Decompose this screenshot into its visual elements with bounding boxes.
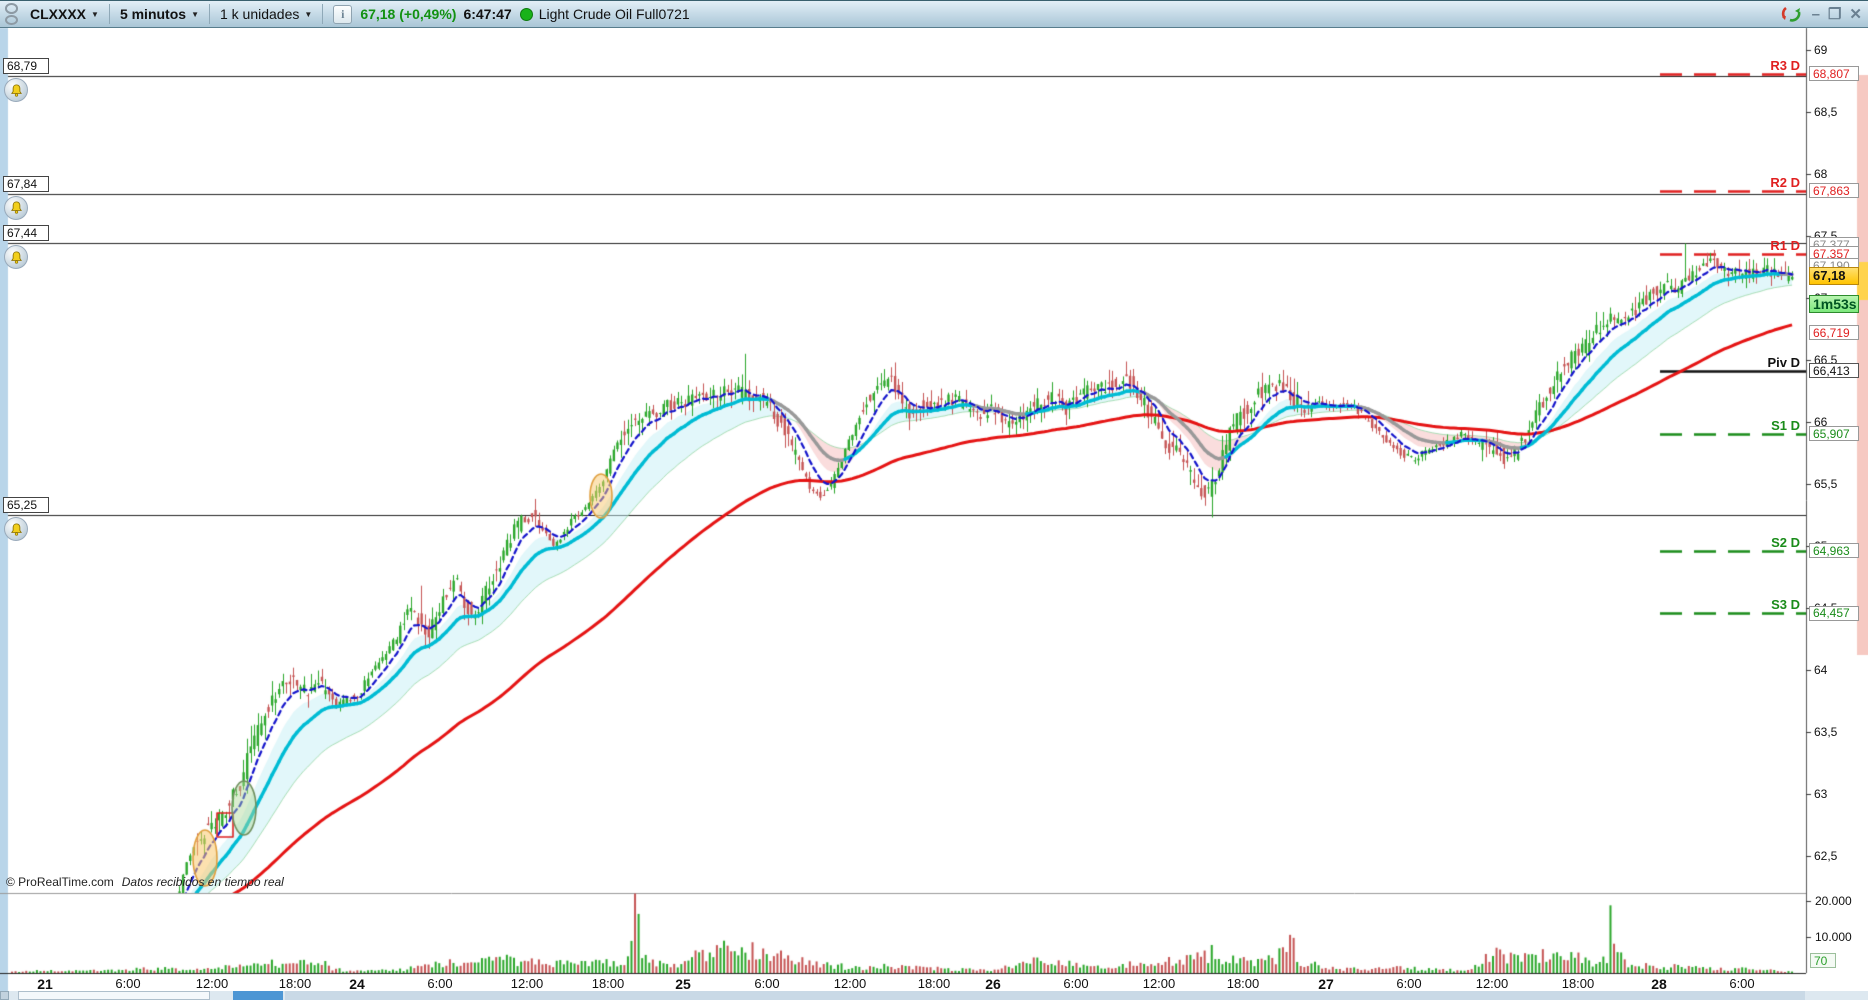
bell-icon — [10, 83, 22, 97]
last-quote: 67,18 (+0,49%) — [360, 6, 457, 22]
bell-icon — [10, 251, 22, 264]
timeframe-dropdown[interactable]: 5 minutos ▼ — [110, 1, 209, 27]
alert-bell-button[interactable] — [4, 78, 28, 103]
scrollbar-track-segment[interactable] — [18, 991, 210, 1000]
alert-bell-button[interactable] — [4, 517, 28, 541]
horizontal-scrollbar[interactable] — [0, 991, 1868, 1000]
chevron-down-icon: ▼ — [304, 9, 313, 19]
minimize-button[interactable]: – — [1812, 7, 1820, 22]
timeframe-label: 5 minutos — [119, 6, 187, 22]
scroll-left-button[interactable] — [0, 991, 9, 1000]
units-label: 1 k unidades — [219, 6, 300, 22]
scrollbar-thumb[interactable] — [233, 991, 283, 1000]
alert-bell-button[interactable] — [4, 195, 28, 220]
brand-text: © ProRealTime.com — [6, 875, 114, 889]
instrument-name: Light Crude Oil Full0721 — [538, 6, 690, 22]
bell-icon — [10, 522, 22, 536]
market-open-icon — [519, 7, 533, 21]
clock: 6:47:47 — [463, 6, 512, 22]
copyright-line: © ProRealTime.com Datos recibidos en tiem… — [6, 875, 284, 889]
prorealtime-chart-window: CLXXXX ▼ 5 minutos ▼ 1 k unidades ▼ i 67… — [0, 0, 1868, 1000]
feed-status-text: Datos recibidos en tiempo real — [121, 875, 284, 889]
close-button[interactable]: ✕ — [1849, 7, 1862, 22]
bell-icon — [10, 201, 22, 214]
refresh-sync-icon[interactable] — [1780, 4, 1804, 24]
scrollbar-track[interactable] — [285, 991, 1805, 1000]
chevron-down-icon: ▼ — [91, 9, 99, 19]
units-dropdown[interactable]: 1 k unidades ▼ — [210, 1, 322, 27]
toolbar-separator — [322, 4, 324, 24]
window-grip-icon[interactable] — [2, 3, 20, 25]
chart-toolbar: CLXXXX ▼ 5 minutos ▼ 1 k unidades ▼ i 67… — [0, 0, 1868, 28]
chevron-down-icon: ▼ — [191, 9, 199, 19]
restore-button[interactable]: ❐ — [1828, 7, 1841, 22]
symbol-dropdown[interactable]: CLXXXX ▼ — [20, 1, 109, 27]
info-icon[interactable]: i — [333, 4, 353, 24]
symbol-label: CLXXXX — [30, 6, 87, 22]
chart-canvas[interactable] — [0, 0, 1868, 1000]
